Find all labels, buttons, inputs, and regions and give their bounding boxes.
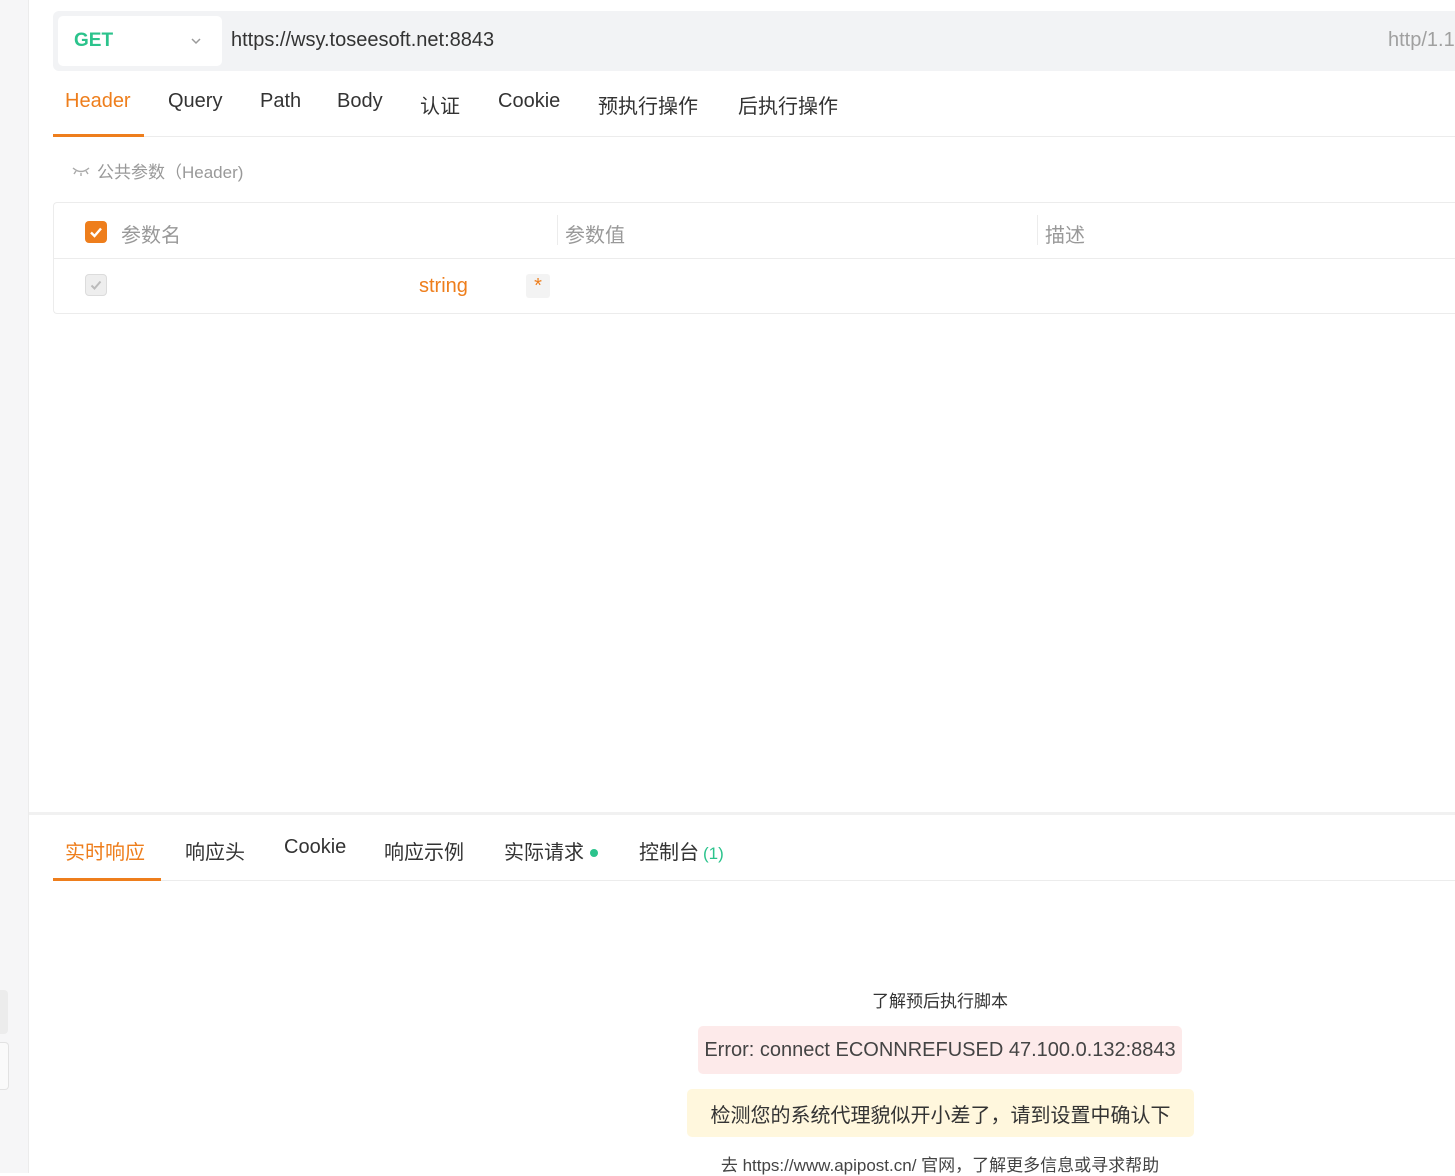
column-header-value: 参数值 (565, 225, 625, 247)
active-tab-indicator (53, 878, 161, 881)
column-header-name: 参数名 (121, 225, 181, 247)
method-label: GET (74, 30, 114, 51)
tab-post-script[interactable]: 后执行操作 (738, 90, 838, 119)
tab-actual-request[interactable]: 实际请求 (504, 836, 598, 865)
apipost-website-link[interactable]: https://www.apipost.cn/ (743, 1156, 917, 1175)
error-text: Error: connect ECONNREFUSED 47.100.0.132… (704, 1038, 1176, 1061)
check-icon (90, 280, 102, 290)
status-dot (590, 848, 598, 857)
tab-pre-script[interactable]: 预执行操作 (598, 90, 698, 119)
tab-query[interactable]: Query (168, 90, 222, 113)
method-select[interactable]: GET (58, 16, 222, 66)
required-toggle[interactable]: * (526, 274, 550, 298)
check-icon (90, 227, 102, 238)
tab-response-cookie[interactable]: Cookie (284, 836, 346, 859)
request-tabs: Header Query Path Body 认证 Cookie 预执行操作 后… (53, 86, 1455, 137)
tab-actual-request-label: 实际请求 (504, 842, 584, 864)
eye-closed-icon (72, 166, 90, 176)
header-params-table: 参数名 参数值 描述 string * (53, 202, 1455, 314)
help-suffix: 官网，了解更多信息或寻求帮助 (921, 1156, 1160, 1175)
column-divider[interactable] (557, 215, 558, 245)
url-bar: GET https://wsy.toseesoft.net:8843 http/… (53, 11, 1455, 71)
error-message: Error: connect ECONNREFUSED 47.100.0.132… (698, 1026, 1182, 1074)
tab-path[interactable]: Path (260, 90, 301, 113)
protocol-label[interactable]: http/1.1 (1388, 29, 1455, 52)
tab-response-headers[interactable]: 响应头 (185, 836, 245, 865)
response-tabs: 实时响应 响应头 Cookie 响应示例 实际请求 控制台 (1) (53, 830, 1455, 881)
public-params-label: 公共参数（Header) (97, 163, 244, 182)
table-header-row: 参数名 参数值 描述 (54, 203, 1455, 259)
chevron-down-icon (191, 38, 201, 45)
tab-body[interactable]: Body (337, 90, 383, 113)
sidebar-expand-handle[interactable] (0, 1042, 9, 1090)
select-all-checkbox[interactable] (85, 221, 107, 243)
help-message: 去 https://www.apipost.cn/ 官网，了解更多信息或寻求帮助 (660, 1151, 1220, 1176)
active-tab-indicator (53, 134, 144, 137)
tab-response-examples[interactable]: 响应示例 (384, 836, 464, 865)
url-input[interactable]: https://wsy.toseesoft.net:8843 (231, 29, 494, 52)
tab-auth[interactable]: 认证 (420, 90, 460, 119)
column-header-description: 描述 (1045, 225, 1085, 247)
public-params-toggle[interactable]: 公共参数（Header) (71, 158, 243, 183)
left-sidebar-strip (0, 0, 29, 1173)
tab-console[interactable]: 控制台 (1) (639, 836, 724, 865)
console-count-badge: (1) (703, 844, 724, 863)
tab-console-label: 控制台 (639, 842, 699, 864)
proxy-warning-text: 检测您的系统代理貌似开小差了，请到设置中确认下 (710, 1104, 1171, 1127)
tab-cookie[interactable]: Cookie (498, 90, 560, 113)
panel-resize-divider[interactable] (29, 812, 1455, 815)
row-enable-checkbox[interactable] (85, 274, 107, 296)
learn-scripts-link[interactable]: 了解预后执行脚本 (840, 987, 1040, 1012)
column-divider[interactable] (1037, 215, 1038, 245)
help-prefix: 去 (720, 1156, 738, 1175)
proxy-warning: 检测您的系统代理貌似开小差了，请到设置中确认下 (687, 1089, 1194, 1137)
tab-header[interactable]: Header (65, 90, 131, 113)
tab-realtime-response[interactable]: 实时响应 (65, 836, 145, 865)
sidebar-collapse-handle[interactable] (0, 990, 8, 1034)
param-type-select[interactable]: string (419, 275, 468, 298)
